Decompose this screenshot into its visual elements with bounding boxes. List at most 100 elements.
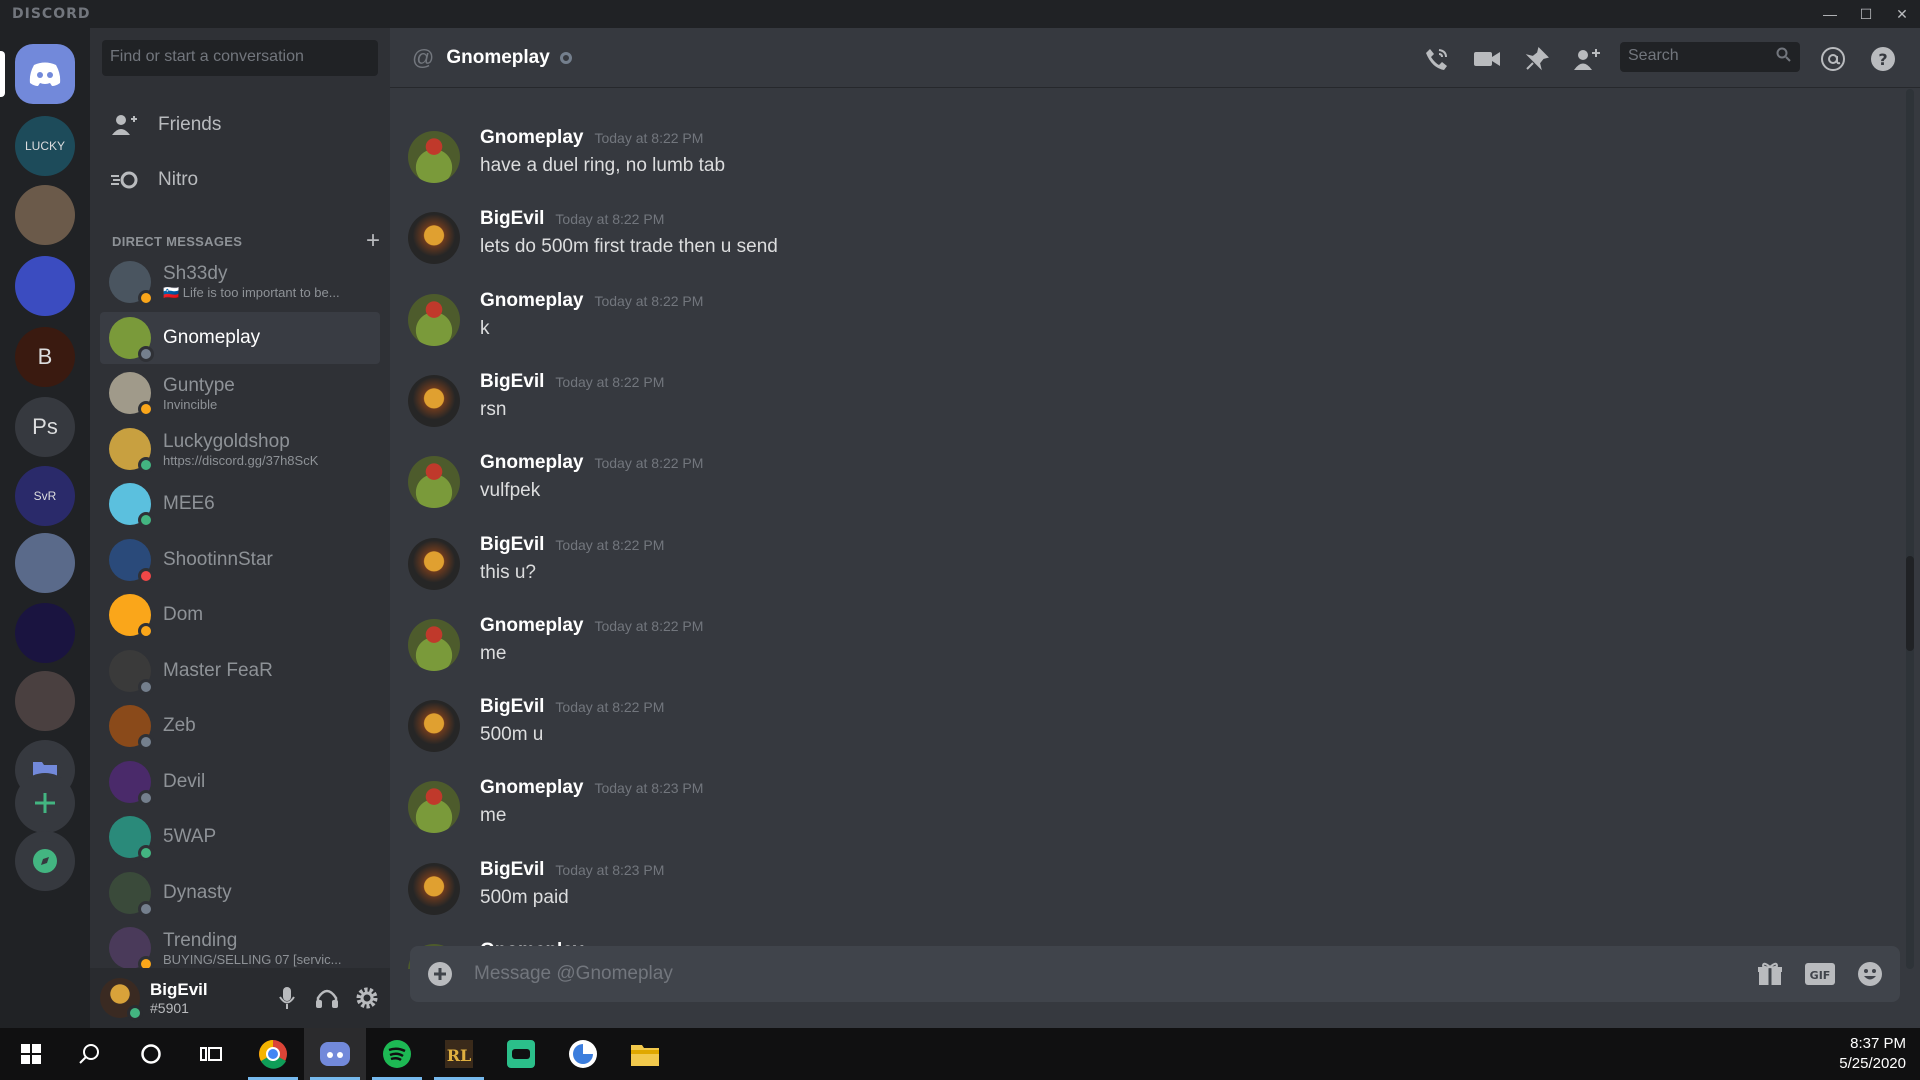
dm-text: Sh33dy 🇸🇮 Life is too important to be... [163,263,340,301]
discord-taskbar-icon[interactable] [304,1028,366,1080]
message[interactable]: Gnomeplay Today at 8:23 PM me [408,777,1888,847]
emoji-icon[interactable] [1854,958,1886,990]
message-avatar[interactable] [408,212,460,264]
find-conversation-input[interactable]: Find or start a conversation [102,40,378,76]
upload-plus-icon[interactable] [426,960,454,988]
minimize-button[interactable]: — [1812,0,1848,28]
gift-icon[interactable] [1754,958,1786,990]
scrollbar-thumb[interactable] [1906,556,1914,651]
maximize-button[interactable]: ☐ [1848,0,1884,28]
message-avatar[interactable] [408,538,460,590]
dm-item[interactable]: 5WAP [100,811,380,863]
server-icon[interactable]: Ps [15,397,75,457]
message[interactable]: BigEvil Today at 8:22 PM lets do 500m firs… [408,208,1888,278]
svg-text:?: ? [1878,50,1887,69]
message[interactable]: Gnomeplay Today at 8:22 PM k [408,290,1888,360]
photos-app-icon[interactable] [552,1028,614,1080]
spotify-icon[interactable] [366,1028,428,1080]
dm-item[interactable]: Devil [100,756,380,808]
explore-servers-button[interactable] [15,831,75,891]
dm-item[interactable]: Master FeaR [100,645,380,697]
system-clock[interactable]: 8:37 PM 5/25/2020 [1839,1034,1906,1074]
server-icon[interactable] [15,671,75,731]
home-button[interactable] [15,44,75,104]
dm-item[interactable]: Luckygoldshop https://discord.gg/37h8ScK [100,423,380,475]
message-author[interactable]: BigEvil [480,208,544,230]
server-icon[interactable] [15,533,75,593]
settings-gear-icon[interactable] [354,985,380,1011]
cortana-icon[interactable] [120,1028,182,1080]
dm-item[interactable]: Sh33dy 🇸🇮 Life is too important to be... [100,256,380,308]
dm-item[interactable]: Dom [100,589,380,641]
dm-text: Master FeaR [163,660,273,682]
message-author[interactable]: BigEvil [480,859,544,881]
add-friend-to-dm-icon[interactable] [1572,44,1602,74]
search-taskbar-icon[interactable] [58,1028,120,1080]
task-view-icon[interactable] [180,1028,242,1080]
dm-item[interactable]: Gnomeplay [100,312,380,364]
server-icon[interactable]: LUCKY [15,116,75,176]
help-icon[interactable]: ? [1868,44,1898,74]
message[interactable]: BigEvil Today at 8:23 PM 500m paid [408,859,1888,929]
message-composer[interactable]: Message @Gnomeplay GIF [410,946,1900,1002]
search-input[interactable]: Search [1620,42,1800,72]
message-author[interactable]: Gnomeplay [480,290,583,312]
file-explorer-icon[interactable] [614,1028,676,1080]
video-call-icon[interactable] [1472,44,1502,74]
message-author[interactable]: Gnomeplay [480,615,583,637]
server-icon[interactable] [15,185,75,245]
nitro-nav[interactable]: Nitro [100,155,380,205]
message-avatar[interactable] [408,700,460,752]
message-avatar[interactable] [408,456,460,508]
dm-item[interactable]: Guntype Invincible [100,367,380,419]
gif-icon[interactable]: GIF [1804,958,1836,990]
dm-custom-status: BUYING/SELLING 07 [servic... [163,951,342,967]
message-author[interactable]: BigEvil [480,371,544,393]
dm-item[interactable]: ShootinnStar [100,534,380,586]
dm-item[interactable]: Zeb [100,700,380,752]
pinned-messages-icon[interactable] [1522,44,1552,74]
message-author[interactable]: Gnomeplay [480,452,583,474]
search-placeholder: Search [1628,47,1679,64]
message-avatar[interactable] [408,863,460,915]
message-author[interactable]: BigEvil [480,534,544,556]
add-server-button[interactable] [15,773,75,833]
message[interactable]: Gnomeplay Today at 8:22 PM me [408,615,1888,685]
headphones-icon[interactable] [314,985,340,1011]
message-avatar[interactable] [408,375,460,427]
server-icon[interactable]: B [15,327,75,387]
message[interactable]: BigEvil Today at 8:22 PM rsn [408,371,1888,441]
discord-logo-icon [29,62,61,86]
message[interactable]: BigEvil Today at 8:22 PM 500m u [408,696,1888,766]
dm-item[interactable]: MEE6 [100,478,380,530]
message-avatar[interactable] [408,781,460,833]
message-author[interactable]: Gnomeplay [480,127,583,149]
user-avatar[interactable] [100,978,143,1021]
mentions-icon[interactable] [1818,44,1848,74]
voice-call-icon[interactable] [1422,44,1452,74]
game-app-icon[interactable] [490,1028,552,1080]
message-scrollbar[interactable] [1906,89,1914,969]
message-avatar[interactable] [408,294,460,346]
message-author[interactable]: BigEvil [480,696,544,718]
start-windows-icon[interactable] [0,1028,62,1080]
chrome-icon[interactable] [242,1028,304,1080]
create-dm-plus-icon[interactable]: + [366,227,380,255]
server-icon[interactable] [15,256,75,316]
close-button[interactable]: ✕ [1884,0,1920,28]
message[interactable]: BigEvil Today at 8:22 PM this u? [408,534,1888,604]
friends-nav[interactable]: Friends [100,100,380,150]
message-avatar[interactable] [408,619,460,671]
server-icon[interactable]: SvR [15,466,75,526]
message[interactable]: Gnomeplay Today at 8:22 PM vulfpek [408,452,1888,522]
message-avatar[interactable] [408,131,460,183]
runelite-icon[interactable]: RL [428,1028,490,1080]
dm-item[interactable]: Dynasty [100,867,380,919]
message-author[interactable]: Gnomeplay [480,777,583,799]
microphone-icon[interactable] [274,985,300,1011]
server-icon[interactable] [15,603,75,663]
message[interactable]: Gnomeplay Today at 8:22 PM have a duel rin… [408,127,1888,197]
dm-name: Devil [163,771,206,792]
message-input[interactable]: Message @Gnomeplay [474,963,673,985]
dm-item[interactable]: Trending BUYING/SELLING 07 [servic... [100,922,380,974]
